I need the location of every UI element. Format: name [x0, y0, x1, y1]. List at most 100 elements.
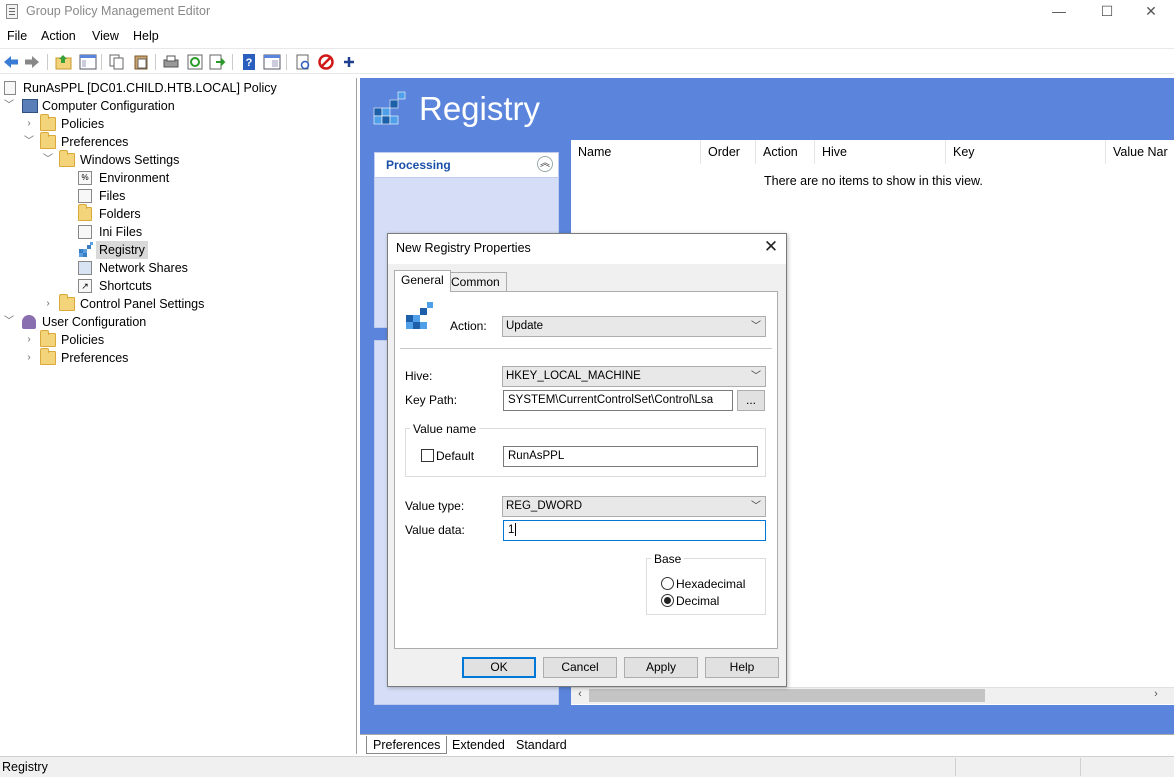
print-icon[interactable]	[162, 53, 180, 71]
expand-chevron-icon[interactable]: ›	[43, 295, 53, 313]
collapse-up-icon[interactable]: ︽	[537, 156, 553, 172]
apply-button[interactable]: Apply	[624, 657, 698, 678]
new-item-icon[interactable]	[294, 53, 312, 71]
tab-standard[interactable]: Standard	[510, 736, 573, 754]
forward-icon[interactable]	[23, 53, 41, 71]
value-data-input[interactable]: 1	[503, 520, 766, 541]
column-action[interactable]: Action	[756, 140, 815, 164]
base-group-label: Base	[651, 552, 685, 566]
help-icon[interactable]: ?	[240, 53, 258, 71]
scroll-left-icon[interactable]: ‹	[574, 688, 586, 703]
collapse-chevron-icon[interactable]: ﹀	[43, 151, 53, 169]
back-icon[interactable]	[2, 53, 20, 71]
chevron-down-icon: ﹀	[751, 371, 761, 382]
hexadecimal-label: Hexadecimal	[676, 577, 746, 591]
action-dropdown[interactable]: Update ﹀	[502, 316, 766, 337]
value-type-label: Value type:	[405, 499, 465, 513]
expand-chevron-icon[interactable]: ›	[24, 349, 34, 367]
environment-icon: %	[78, 171, 92, 185]
close-window-button[interactable]: ✕	[1128, 0, 1174, 24]
value-name-group-label: Value name	[410, 422, 480, 436]
show-hide-tree-icon[interactable]	[79, 53, 97, 71]
ini-files-icon	[78, 225, 92, 239]
registry-icon	[79, 242, 93, 257]
hexadecimal-radio[interactable]	[661, 577, 674, 590]
registry-item-icon	[406, 302, 433, 329]
scrollbar-thumb[interactable]	[589, 689, 985, 702]
export-icon[interactable]	[208, 53, 226, 71]
menu-bar: File Action View Help	[0, 26, 1174, 46]
maximize-button[interactable]: ☐	[1084, 0, 1130, 24]
network-shares-icon	[78, 261, 92, 275]
decimal-radio[interactable]	[661, 594, 674, 607]
files-icon	[78, 189, 92, 203]
column-order[interactable]: Order	[701, 140, 756, 164]
value-data-label: Value data:	[405, 523, 465, 537]
tab-common[interactable]: Common	[444, 272, 507, 292]
properties-icon[interactable]	[263, 53, 281, 71]
tab-general[interactable]: General	[394, 270, 451, 292]
hive-dropdown[interactable]: HKEY_LOCAL_MACHINE ﹀	[502, 366, 766, 387]
column-hive[interactable]: Hive	[815, 140, 946, 164]
add-icon[interactable]	[340, 53, 358, 71]
text-caret	[515, 523, 517, 537]
key-path-label: Key Path:	[405, 393, 458, 407]
status-bar	[0, 756, 1174, 777]
column-key[interactable]: Key	[946, 140, 1106, 164]
chevron-down-icon: ﹀	[751, 321, 761, 332]
collapse-chevron-icon[interactable]: ﹀	[4, 313, 14, 331]
tab-extended[interactable]: Extended	[446, 736, 511, 754]
policy-icon	[4, 81, 16, 95]
processing-label: Processing	[386, 158, 451, 172]
svg-text:?: ?	[246, 57, 253, 69]
chevron-down-icon: ﹀	[751, 501, 761, 512]
copy-icon[interactable]	[108, 53, 126, 71]
minimize-button[interactable]: —	[1036, 0, 1082, 24]
paste-icon[interactable]	[132, 53, 150, 71]
default-checkbox[interactable]	[421, 449, 434, 462]
value-type-dropdown[interactable]: REG_DWORD ﹀	[502, 496, 766, 517]
users-icon	[22, 315, 36, 329]
policy-editor-icon	[6, 4, 18, 19]
dialog-close-button[interactable]: ✕	[760, 236, 782, 258]
column-name[interactable]: Name	[571, 140, 701, 164]
help-button[interactable]: Help	[705, 657, 779, 678]
folders-icon	[78, 204, 92, 221]
key-path-input[interactable]: SYSTEM\CurrentControlSet\Control\Lsa	[503, 390, 733, 411]
hive-label: Hive:	[405, 369, 433, 383]
computer-icon	[22, 99, 38, 113]
value-name-input[interactable]: RunAsPPL	[503, 446, 758, 467]
ok-button[interactable]: OK	[462, 657, 536, 678]
folder-icon	[40, 132, 56, 149]
decimal-label: Decimal	[676, 594, 720, 608]
tree-pane	[0, 78, 357, 754]
collapse-chevron-icon[interactable]: ﹀	[4, 97, 14, 115]
up-folder-icon[interactable]	[55, 53, 73, 71]
folder-icon	[59, 150, 75, 167]
stop-icon[interactable]	[317, 53, 335, 71]
tab-preferences[interactable]: Preferences	[366, 736, 448, 754]
collapse-chevron-icon[interactable]: ﹀	[24, 133, 34, 151]
status-text: Registry	[2, 760, 48, 774]
title-bar: Group Policy Management Editor — ☐ ✕	[0, 0, 1174, 24]
cancel-button[interactable]: Cancel	[543, 657, 617, 678]
menu-action[interactable]: Action	[41, 29, 76, 43]
expand-chevron-icon[interactable]: ›	[24, 115, 34, 133]
folder-icon	[40, 114, 56, 131]
dialog-title: New Registry Properties	[396, 241, 531, 255]
scroll-right-icon[interactable]: ›	[1150, 688, 1162, 703]
folder-icon	[59, 294, 75, 311]
menu-help[interactable]: Help	[133, 29, 159, 43]
toolbar: ?	[0, 48, 1174, 74]
column-value-name[interactable]: Value Nar	[1106, 140, 1174, 164]
menu-view[interactable]: View	[92, 29, 119, 43]
expand-chevron-icon[interactable]: ›	[24, 331, 34, 349]
refresh-icon[interactable]	[186, 53, 204, 71]
menu-file[interactable]: File	[7, 29, 27, 43]
action-label: Action:	[450, 319, 487, 333]
browse-button[interactable]: ...	[737, 390, 765, 411]
folder-icon	[40, 330, 56, 347]
window-title: Group Policy Management Editor	[26, 4, 211, 18]
page-title: Registry	[419, 90, 541, 127]
default-label: Default	[436, 449, 475, 463]
